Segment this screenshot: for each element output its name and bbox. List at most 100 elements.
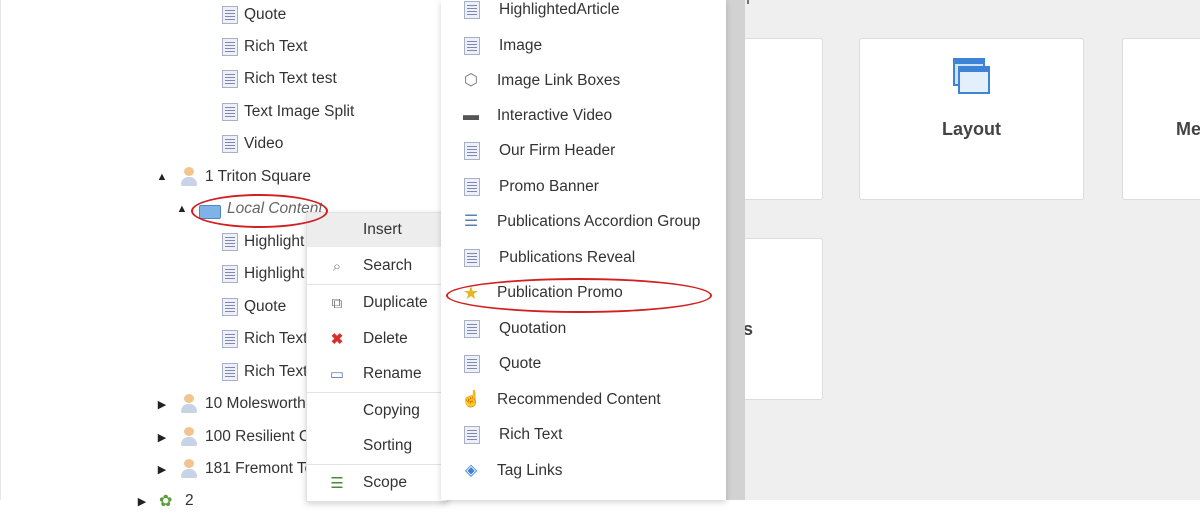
document-icon (222, 363, 238, 381)
document-icon (222, 298, 238, 316)
submenu-item[interactable]: Image (441, 29, 726, 63)
tree-item-label: Rich Text (244, 38, 308, 55)
submenu-item[interactable]: ◈ Tag Links (441, 454, 726, 488)
tree-item[interactable]: ▶ 100 Resilient Ci (155, 422, 314, 452)
tree-item-label: Quote (244, 298, 287, 315)
submenu-item-publication-promo[interactable]: ★ Publication Promo (441, 276, 726, 310)
submenu-item[interactable]: Promo Banner (441, 170, 726, 204)
submenu-item-label: Interactive Video (497, 107, 613, 124)
scrollbar[interactable] (726, 0, 745, 500)
tree-item[interactable]: Quote (220, 292, 286, 322)
workspace-tile[interactable] (736, 38, 823, 200)
workspace-tile[interactable]: Me (1122, 38, 1200, 200)
menu-separator (307, 284, 447, 285)
expand-toggle-icon[interactable]: ▶ (155, 398, 169, 411)
menu-item-scope[interactable]: ☰ Scope (307, 466, 447, 500)
submenu-item-label: Tag Links (497, 462, 563, 479)
submenu-item-label: Promo Banner (499, 178, 599, 195)
document-icon (222, 103, 238, 121)
document-icon (222, 233, 238, 251)
tree-item-label: Highlight (244, 233, 305, 250)
expand-toggle-icon[interactable]: ▶ (155, 463, 169, 476)
submenu-item-label: Recommended Content (497, 391, 661, 408)
tree-item-label: 100 Resilient Ci (205, 428, 314, 445)
list-icon: ☰ (463, 213, 479, 230)
tree-item[interactable]: ▲ 1 Triton Square (155, 162, 311, 192)
tree-item[interactable]: ▶ 181 Fremont To (155, 454, 313, 484)
tree-item-label: Quote (244, 6, 287, 23)
tree-item[interactable]: ▶ 10 Molesworth (155, 389, 306, 419)
submenu-item[interactable] (441, 489, 726, 523)
person-icon (179, 394, 199, 414)
menu-item-label: Sorting (363, 437, 413, 454)
submenu-item[interactable]: ▬ Interactive Video (441, 99, 726, 133)
document-icon (464, 178, 480, 196)
video-icon: ▬ (463, 107, 479, 124)
submenu-item[interactable]: ☰ Publications Accordion Group (441, 205, 726, 239)
menu-item-rename[interactable]: ▭ Rename (307, 357, 447, 391)
menu-item-copying[interactable]: Copying (307, 394, 447, 428)
expand-toggle-icon[interactable]: ▶ (135, 495, 149, 508)
submenu-item-label: Quote (499, 355, 542, 372)
insert-submenu: HighlightedArticle Image ⬡ Image Link Bo… (441, 0, 726, 500)
tree-item[interactable]: Text Image Split (220, 97, 354, 127)
tree-item[interactable]: Rich Text test (220, 64, 337, 94)
tree-item[interactable]: Video (220, 129, 283, 159)
tree-item[interactable]: Rich Text (220, 324, 307, 354)
cube-icon: ⬡ (464, 72, 478, 89)
menu-item-label: Insert (363, 221, 402, 238)
tile-label: Layout (941, 119, 1001, 139)
document-icon (464, 37, 480, 55)
workspace-tile-layout[interactable]: Layout (859, 38, 1084, 200)
tree-item[interactable]: Rich Text (220, 357, 307, 387)
tree-item-label: 181 Fremont To (205, 460, 314, 477)
tree-item[interactable]: Rich Text (220, 32, 307, 62)
tree-item-label: Video (244, 135, 284, 152)
submenu-item[interactable]: Quote (441, 347, 726, 381)
menu-item-label: Search (363, 257, 413, 274)
document-icon (222, 330, 238, 348)
submenu-item[interactable]: Our Firm Header (441, 134, 726, 168)
menu-separator (307, 392, 447, 393)
menu-item-label: Rename (363, 365, 422, 382)
tree-item-local-content[interactable]: ▲ Local Content (175, 194, 323, 224)
menu-separator (307, 464, 447, 465)
tree-item[interactable]: Highlight (220, 227, 304, 257)
duplicate-icon: ⧉ (331, 294, 343, 312)
menu-item-sorting[interactable]: Sorting (307, 429, 447, 463)
workspace-header-text: l (746, 0, 750, 9)
collapse-toggle-icon[interactable]: ▲ (155, 171, 169, 183)
tree-item[interactable]: Quote (220, 0, 286, 30)
search-icon: ⌕ (332, 257, 342, 275)
menu-item-label: Scope (363, 474, 407, 491)
tree-item[interactable]: ▶ ✿ 2 (135, 486, 194, 516)
expand-toggle-icon[interactable]: ▶ (155, 431, 169, 444)
submenu-item-label: Image (499, 37, 543, 54)
tree-item[interactable]: Highlight (220, 259, 304, 289)
submenu-item-label: Image Link Boxes (497, 72, 621, 89)
menu-item-search[interactable]: ⌕ Search (307, 249, 447, 283)
tree-item-label: 10 Molesworth (205, 395, 306, 412)
collapse-toggle-icon[interactable]: ▲ (175, 203, 189, 215)
document-icon (222, 135, 238, 153)
menu-item-duplicate[interactable]: ⧉ Duplicate (307, 286, 447, 320)
menu-item-delete[interactable]: ✖ Delete (307, 322, 447, 356)
submenu-item[interactable]: HighlightedArticle (441, 0, 726, 27)
workspace-tile[interactable]: s (736, 238, 823, 400)
submenu-item[interactable]: ⬡ Image Link Boxes (441, 64, 726, 98)
tree-item-label: Rich Text (244, 363, 308, 380)
submenu-item[interactable]: Quotation (441, 312, 726, 346)
delete-icon: ✖ (330, 331, 344, 348)
submenu-item-label: Quotation (499, 320, 567, 337)
person-icon (179, 459, 199, 479)
submenu-item[interactable]: Rich Text (441, 418, 726, 452)
document-icon (222, 6, 238, 24)
tag-icon: ◈ (464, 462, 478, 479)
menu-item-insert[interactable]: Insert (307, 213, 447, 247)
document-icon (464, 249, 480, 267)
layout-icon (952, 57, 990, 95)
submenu-item-label: HighlightedArticle (499, 1, 620, 18)
submenu-item[interactable]: ☝ Recommended Content (441, 383, 726, 417)
menu-item-label: Delete (363, 330, 408, 347)
submenu-item[interactable]: Publications Reveal (441, 241, 726, 275)
